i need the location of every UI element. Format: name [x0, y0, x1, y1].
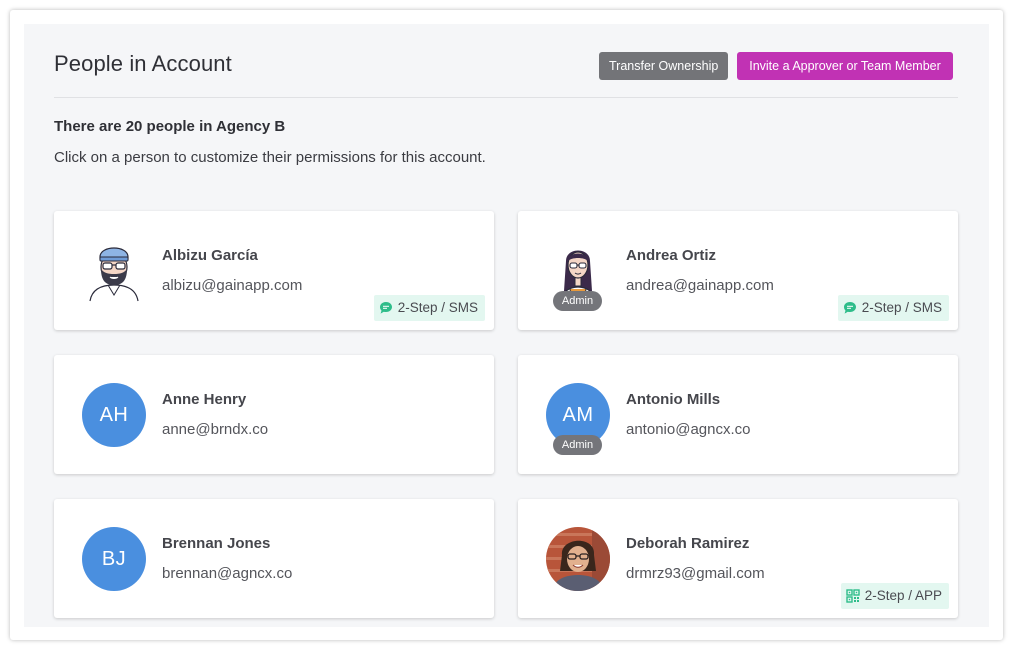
person-name: Anne Henry	[162, 391, 247, 408]
chat-bubble-icon	[843, 302, 856, 314]
person-name: Andrea Ortiz	[626, 247, 717, 264]
person-email: antonio@agncx.co	[626, 421, 751, 438]
qr-code-icon	[846, 589, 860, 603]
person-card[interactable]: AM Admin Antonio Mills antonio@agncx.co	[518, 355, 958, 474]
person-card[interactable]: Albizu García albizu@gainapp.com 2-Step …	[54, 211, 494, 330]
header-divider	[54, 97, 958, 98]
chat-bubble-icon	[379, 302, 392, 314]
avatar	[82, 239, 146, 303]
avatar: Admin	[546, 239, 610, 311]
app-frame: People in Account Transfer Ownership Inv…	[10, 10, 1003, 640]
person-name: Deborah Ramirez	[626, 535, 750, 552]
person-photo-icon	[546, 527, 610, 591]
person-name: Brennan Jones	[162, 535, 271, 552]
person-card[interactable]: AH Anne Henry anne@brndx.co	[54, 355, 494, 474]
people-panel: People in Account Transfer Ownership Inv…	[24, 24, 989, 627]
person-email: brennan@agncx.co	[162, 565, 293, 582]
avatar: BJ	[82, 527, 146, 591]
bearded-man-illustration-icon	[89, 247, 139, 302]
person-email: anne@brndx.co	[162, 421, 269, 438]
avatar	[546, 527, 610, 591]
person-card[interactable]: Admin Andrea Ortiz andrea@gainapp.com 2-…	[518, 211, 958, 330]
people-count: There are 20 people in Agency B	[54, 118, 286, 135]
page-title: People in Account	[54, 51, 232, 76]
avatar: AM Admin	[546, 383, 610, 455]
person-email: andrea@gainapp.com	[626, 277, 774, 294]
person-email: drmrz93@gmail.com	[626, 565, 765, 582]
help-text: Click on a person to customize their per…	[54, 149, 486, 166]
avatar-initials: AH	[82, 383, 146, 447]
avatar-initials: BJ	[82, 527, 146, 591]
two-step-label: 2-Step / APP	[864, 588, 942, 603]
person-card[interactable]: BJ Brennan Jones brennan@agncx.co	[54, 499, 494, 618]
invite-member-button[interactable]: Invite a Approver or Team Member	[737, 52, 953, 80]
admin-badge: Admin	[553, 435, 602, 455]
person-email: albizu@gainapp.com	[162, 277, 303, 294]
person-name: Antonio Mills	[626, 391, 721, 408]
two-step-badge: 2-Step / APP	[840, 583, 949, 609]
avatar: AH	[82, 383, 146, 447]
two-step-badge: 2-Step / SMS	[373, 295, 485, 321]
admin-badge: Admin	[553, 291, 602, 311]
person-card[interactable]: Deborah Ramirez drmrz93@gmail.com 2-Step…	[518, 499, 958, 618]
two-step-label: 2-Step / SMS	[397, 300, 478, 315]
two-step-label: 2-Step / SMS	[861, 300, 942, 315]
two-step-badge: 2-Step / SMS	[837, 295, 949, 321]
person-name: Albizu García	[162, 247, 258, 264]
transfer-ownership-button[interactable]: Transfer Ownership	[599, 52, 728, 80]
